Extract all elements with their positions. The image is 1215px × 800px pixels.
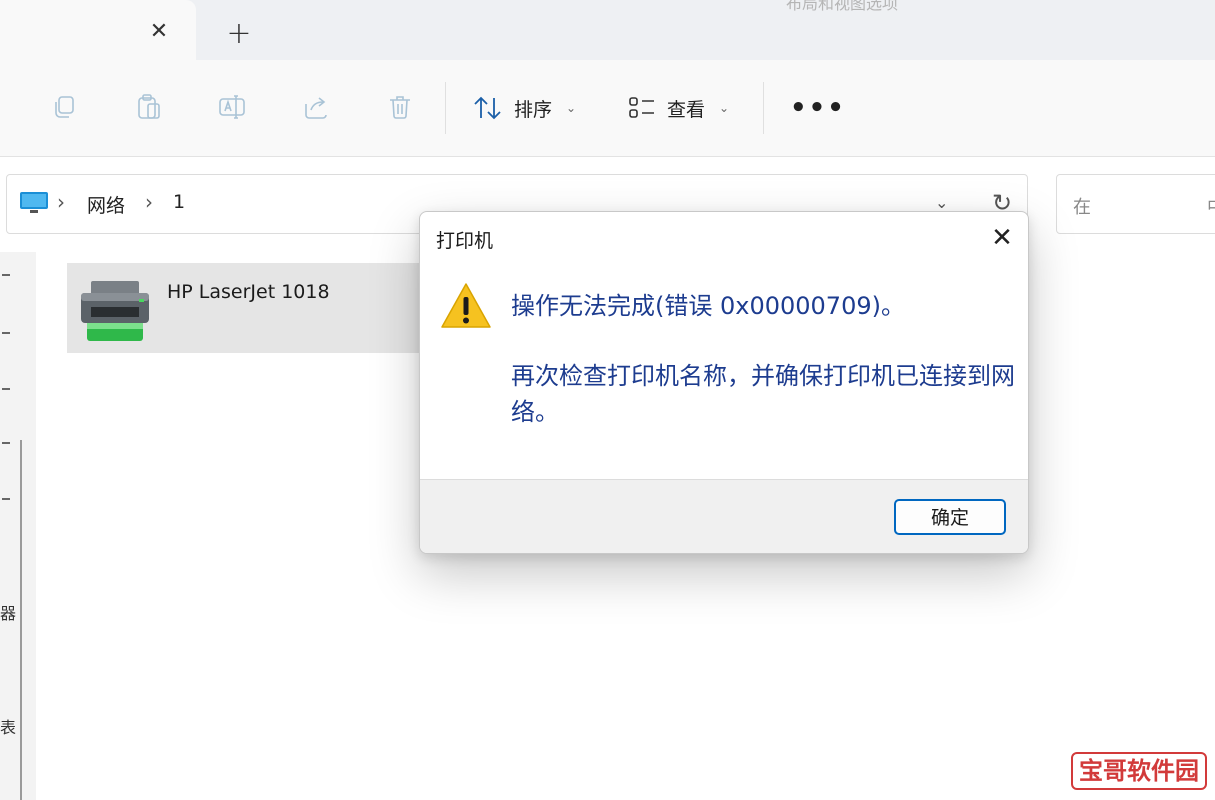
copy-icon[interactable] — [50, 92, 80, 122]
sort-label: 排序 — [514, 98, 553, 121]
sort-icon — [474, 96, 501, 120]
view-button[interactable]: 查看 ⌄ — [627, 90, 729, 126]
nav-item-label[interactable]: 表 — [0, 714, 16, 738]
computer-icon — [20, 192, 48, 213]
close-icon[interactable]: ✕ — [146, 19, 172, 45]
toolbar-divider — [445, 82, 446, 134]
command-bar: 排序 ⌄ 查看 ⌄ ••• — [0, 60, 1215, 157]
breadcrumb-separator-icon: › — [57, 190, 65, 214]
delete-icon[interactable] — [385, 92, 415, 122]
search-box[interactable]: 在 中 — [1056, 174, 1215, 234]
ok-button[interactable]: 确定 — [894, 499, 1006, 535]
plus-icon[interactable]: + — [224, 19, 254, 49]
error-dialog: 打印机 ✕ 操作无法完成(错误 0x00000709)。 再次检查打印机名称，并… — [419, 211, 1029, 554]
chevron-down-icon: ⌄ — [719, 101, 730, 115]
nav-item[interactable] — [2, 442, 10, 444]
nav-item[interactable] — [2, 274, 10, 276]
warning-icon — [441, 283, 491, 328]
breadcrumb-network[interactable]: 网络 — [87, 191, 125, 218]
navigation-pane: 器 表 — [0, 252, 36, 800]
watermark-logo: 宝哥软件园 — [1071, 752, 1207, 790]
chevron-down-icon: ⌄ — [566, 101, 577, 115]
toolbar-divider — [763, 82, 764, 134]
layout-hint-text: 布局和视图选项 — [786, 0, 899, 13]
nav-scrollbar[interactable] — [20, 440, 22, 800]
breadcrumb-separator-icon: › — [145, 190, 153, 214]
printer-item[interactable]: HP LaserJet 1018 — [67, 263, 437, 353]
error-detail: 再次检查打印机名称，并确保打印机已连接到网络。 — [511, 362, 1015, 426]
rename-icon[interactable] — [217, 92, 247, 122]
printer-icon — [81, 281, 149, 341]
search-placeholder: 在 — [1073, 197, 1091, 218]
tab-current[interactable]: ✕ — [0, 0, 196, 60]
nav-item[interactable] — [2, 498, 10, 500]
printer-name: HP LaserJet 1018 — [167, 281, 330, 303]
nav-item-label[interactable]: 器 — [0, 600, 16, 624]
chevron-down-icon[interactable]: ⌄ — [935, 193, 948, 212]
breadcrumb-host[interactable]: 1 — [173, 191, 185, 213]
search-placeholder-tail: 中 — [1207, 193, 1215, 219]
paste-icon[interactable] — [134, 92, 164, 122]
more-options-button[interactable]: ••• — [790, 95, 846, 121]
dialog-footer: 确定 — [420, 479, 1028, 553]
share-icon[interactable] — [301, 92, 331, 122]
dialog-title: 打印机 — [436, 230, 494, 252]
view-label: 查看 — [667, 98, 706, 121]
nav-item[interactable] — [2, 388, 10, 390]
nav-item[interactable] — [2, 332, 10, 334]
tab-strip: ✕ + 布局和视图选项 — [0, 0, 1215, 60]
error-message: 操作无法完成(错误 0x00000709)。 — [511, 292, 905, 320]
view-icon — [629, 97, 654, 118]
sort-button[interactable]: 排序 ⌄ — [472, 90, 576, 126]
close-icon[interactable]: ✕ — [986, 222, 1018, 254]
